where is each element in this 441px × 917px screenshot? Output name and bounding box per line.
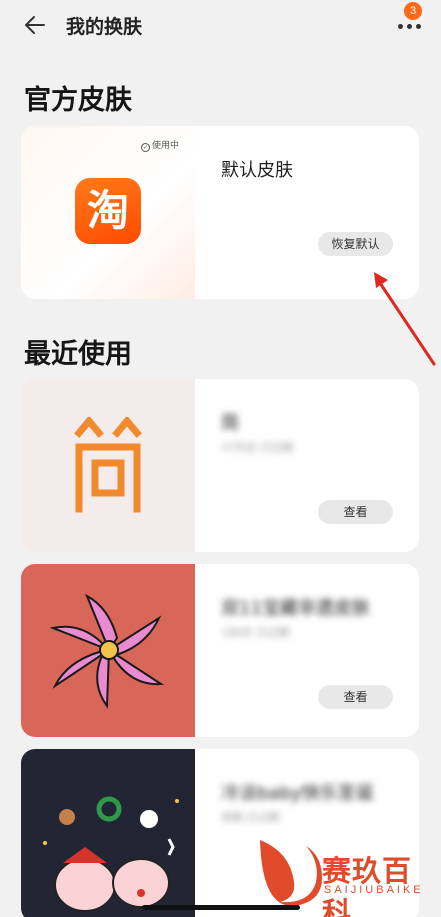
- back-arrow-icon[interactable]: [22, 12, 48, 38]
- watermark-brand: 赛玖百科: [322, 854, 413, 917]
- skin-thumbnail: ✓ 使用中 淘: [21, 126, 195, 299]
- skin-card-recent-2[interactable]: 双11宝藏非遗皮肤 186天 已过期 查看: [21, 564, 419, 737]
- skin-name: 双11宝藏非遗皮肤: [221, 598, 370, 619]
- skin-name: 简: [221, 413, 239, 434]
- flower-illustration-icon: [49, 593, 165, 709]
- skin-name: 冷淡baby快乐圣诞: [221, 783, 374, 804]
- in-use-label: ✓ 使用中: [141, 141, 180, 152]
- skin-thumbnail: [21, 749, 195, 917]
- christmas-illustration-icon: [43, 796, 179, 912]
- skin-card-recent-1[interactable]: 简 37天后 已过期 查看: [21, 379, 419, 552]
- skin-expiry: 37天后 已过期: [221, 441, 294, 454]
- notification-badge: 3: [404, 2, 422, 20]
- annotation-arrow-icon: [374, 272, 436, 366]
- top-bar: 我的换肤 3: [0, 0, 441, 54]
- section-title-recent: 最近使用: [24, 339, 132, 370]
- taobao-app-icon: 淘: [75, 178, 141, 244]
- page-title: 我的换肤: [66, 16, 143, 38]
- skin-thumbnail: [21, 379, 195, 552]
- restore-default-button[interactable]: 恢复默认: [318, 232, 393, 256]
- home-indicator[interactable]: [142, 905, 300, 910]
- skin-name: 默认皮肤: [221, 160, 293, 181]
- view-button[interactable]: 查看: [318, 685, 393, 709]
- more-menu-icon[interactable]: [396, 20, 424, 32]
- skin-expiry: 到期 已过期: [221, 811, 280, 824]
- view-button[interactable]: 查看: [318, 500, 393, 524]
- skin-thumbnail: [21, 564, 195, 737]
- skin-expiry: 186天 已过期: [221, 626, 290, 639]
- jian-logo-icon: [74, 417, 142, 513]
- section-title-official: 官方皮肤: [24, 85, 132, 116]
- watermark-brand-sub: SAIJIUBAIKE: [324, 884, 424, 896]
- check-circle-icon: ✓: [141, 143, 150, 152]
